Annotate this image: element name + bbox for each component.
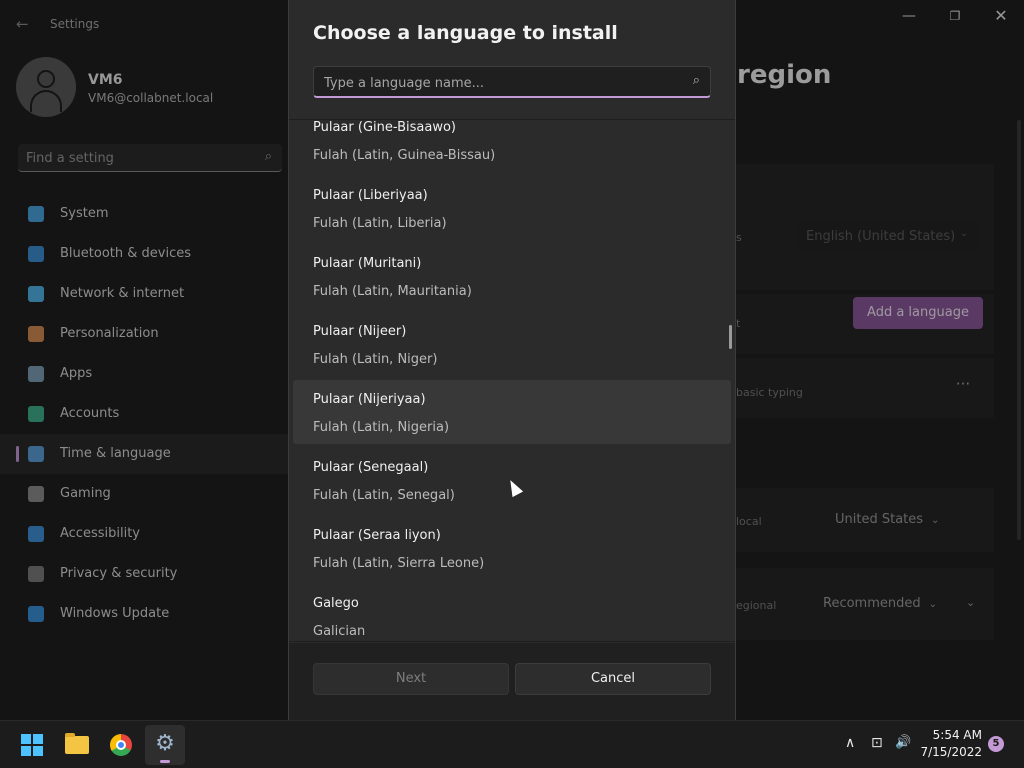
- windows-logo-icon: [21, 734, 43, 756]
- language-native-name: Galego: [313, 596, 359, 611]
- file-explorer-button[interactable]: [57, 725, 97, 765]
- language-english-name: Fulah (Latin, Senegal): [313, 488, 455, 503]
- language-english-name: Fulah (Latin, Liberia): [313, 216, 447, 231]
- language-english-name: Galician: [313, 624, 366, 639]
- gear-icon: ⚙: [155, 731, 175, 756]
- language-list-item[interactable]: Pulaar (Liberiyaa) Fulah (Latin, Liberia): [289, 176, 735, 244]
- cancel-button[interactable]: Cancel: [515, 663, 711, 695]
- language-list-item[interactable]: Pulaar (Muritani) Fulah (Latin, Mauritani…: [289, 244, 735, 312]
- language-native-name: Pulaar (Seraa liyon): [313, 528, 441, 543]
- volume-icon[interactable]: 🔊: [895, 735, 911, 750]
- dialog-title: Choose a language to install: [313, 22, 618, 44]
- language-english-name: Fulah (Latin, Guinea-Bissau): [313, 148, 496, 163]
- search-icon: ⌕: [692, 73, 700, 88]
- clock-date[interactable]: 7/15/2022: [918, 745, 982, 759]
- language-list-items: Pulaar (Gine-Bisaawo) Fulah (Latin, Guine…: [289, 120, 735, 641]
- tray-overflow-chevron-icon[interactable]: ∧: [845, 735, 855, 751]
- language-search-box[interactable]: ⌕: [313, 66, 711, 98]
- language-search-input[interactable]: [324, 74, 664, 92]
- language-english-name: Fulah (Latin, Mauritania): [313, 284, 472, 299]
- choose-language-dialog: Choose a language to install ⌕ Pulaar (G…: [288, 0, 736, 720]
- folder-icon: [65, 733, 89, 754]
- language-english-name: Fulah (Latin, Niger): [313, 352, 438, 367]
- chrome-icon: [110, 734, 132, 756]
- language-native-name: Pulaar (Nijeer): [313, 324, 407, 339]
- language-list[interactable]: Pulaar (Gine-Bisaawo) Fulah (Latin, Guine…: [289, 119, 735, 642]
- language-list-item[interactable]: Pulaar (Nijeer) Fulah (Latin, Niger): [289, 312, 735, 380]
- language-english-name: Fulah (Latin, Sierra Leone): [313, 556, 485, 571]
- language-native-name: Pulaar (Senegaal): [313, 460, 429, 475]
- language-list-item[interactable]: Pulaar (Seraa liyon) Fulah (Latin, Sierra…: [289, 516, 735, 584]
- language-native-name: Pulaar (Muritani): [313, 256, 422, 271]
- language-english-name: Fulah (Latin, Nigeria): [313, 420, 450, 435]
- taskbar: ⚙ ∧ ⊡ 🔊: [0, 720, 1024, 768]
- active-app-indicator: [160, 760, 170, 763]
- chrome-button[interactable]: [101, 725, 141, 765]
- language-native-name: Pulaar (Nijeriyaa): [313, 392, 426, 407]
- next-button[interactable]: Next: [313, 663, 509, 695]
- notification-badge[interactable]: 5: [988, 736, 1004, 752]
- dialog-footer: Next Cancel: [289, 643, 735, 720]
- language-list-item[interactable]: Galego Galician: [289, 584, 735, 641]
- start-button[interactable]: [12, 725, 52, 765]
- clock-time[interactable]: 5:54 AM: [930, 728, 982, 742]
- list-scrollbar-thumb[interactable]: [729, 325, 732, 349]
- settings-taskbar-button[interactable]: ⚙: [145, 725, 185, 765]
- language-list-item[interactable]: Pulaar (Gine-Bisaawo) Fulah (Latin, Guine…: [289, 120, 735, 176]
- language-native-name: Pulaar (Gine-Bisaawo): [313, 120, 456, 135]
- language-native-name: Pulaar (Liberiyaa): [313, 188, 428, 203]
- language-list-item[interactable]: Pulaar (Nijeriyaa) Fulah (Latin, Nigeria): [289, 380, 735, 448]
- network-icon[interactable]: ⊡: [871, 735, 883, 751]
